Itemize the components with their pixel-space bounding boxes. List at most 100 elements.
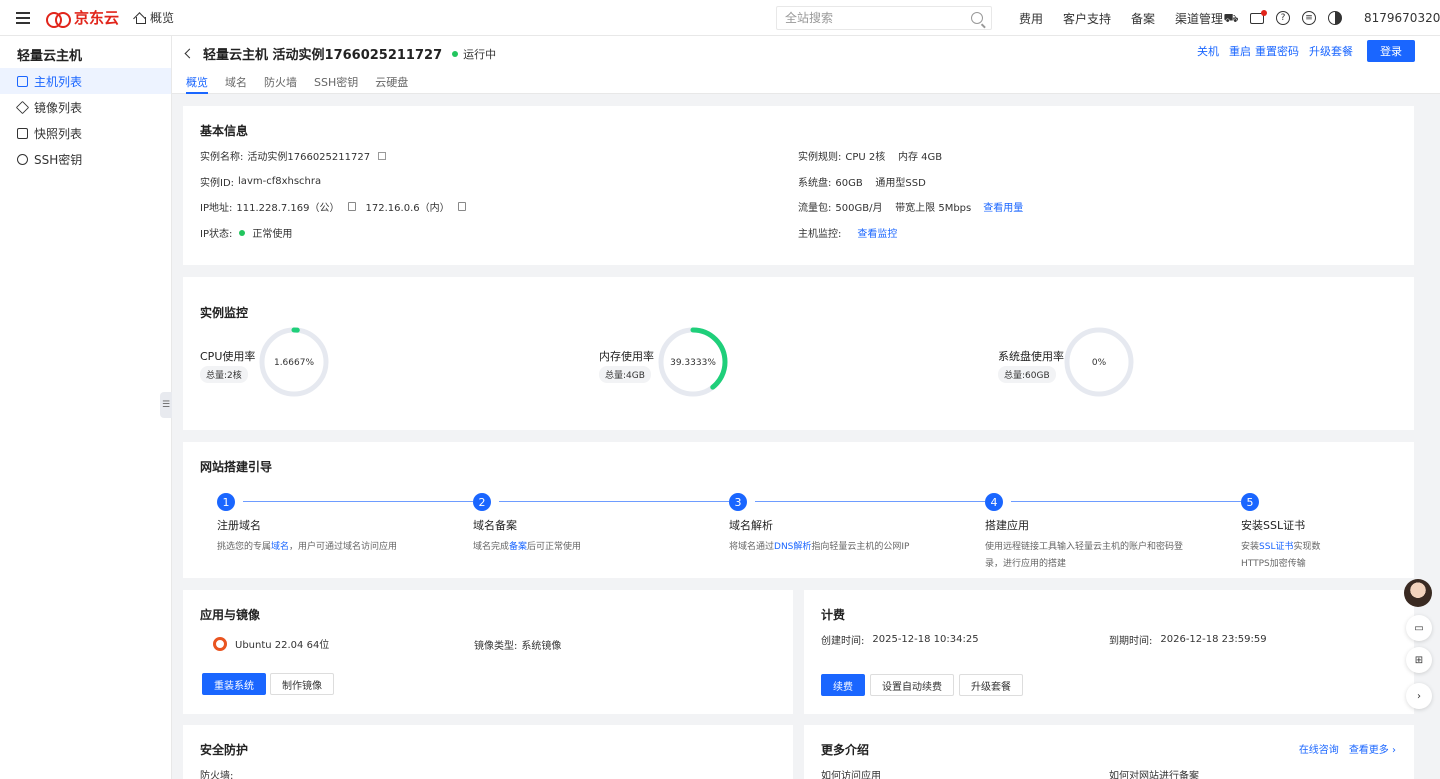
online-consult-link[interactable]: 在线咨询 (1299, 741, 1339, 756)
ssl-link[interactable]: SSL证书 (1259, 542, 1293, 552)
more-item[interactable]: 如何对网站进行备案 (1109, 767, 1199, 779)
cpu-gauge-text: 1.6667% (274, 358, 314, 368)
tab-cloud-disk[interactable]: 云硬盘 (375, 74, 408, 94)
copy-icon[interactable] (347, 202, 356, 211)
top-link-icp[interactable]: 备案 (1131, 10, 1155, 27)
upgrade-plan-button[interactable]: 升级套餐 (959, 674, 1023, 696)
snapshot-icon (17, 127, 28, 139)
tabs: 概览 域名 防火墙 SSH密钥 云硬盘 (186, 74, 408, 94)
sidebar-collapse-handle[interactable]: ☰ (160, 392, 172, 418)
top-link-billing[interactable]: 费用 (1019, 10, 1043, 27)
assistant-avatar[interactable] (1404, 579, 1432, 607)
cart-icon[interactable]: ⛟ (1223, 11, 1238, 25)
billing-card: 计费 创建时间: 2025-12-18 10:34:25 到期时间: 2026-… (804, 590, 1414, 714)
search-input[interactable] (785, 11, 971, 25)
step-number: 4 (985, 493, 1003, 511)
search-icon[interactable] (971, 12, 983, 24)
shutdown-link[interactable]: 关机 (1197, 43, 1219, 59)
ip-private-value: 172.16.0.6（内） (365, 203, 450, 214)
auto-renew-button[interactable]: 设置自动续费 (870, 674, 954, 696)
view-usage-link[interactable]: 查看用量 (983, 199, 1023, 214)
global-icon[interactable]: ≡ (1302, 11, 1316, 25)
top-link-support[interactable]: 客户支持 (1063, 10, 1111, 27)
menu-icon[interactable] (0, 0, 46, 36)
chevron-right-icon: › (1392, 745, 1396, 756)
monitor-title: 实例监控 (200, 306, 249, 320)
brand-mark-icon (46, 10, 71, 28)
sidebar-item-label: SSH密钥 (34, 152, 83, 167)
guide-step-app: 4 搭建应用 使用远程链接工具输入轻量云主机的账户和密码登录，进行应用的搭建 (985, 493, 1185, 573)
make-image-button[interactable]: 制作镜像 (270, 673, 334, 695)
tab-firewall[interactable]: 防火墙 (264, 74, 297, 94)
disk-gauge-total: 总量:60GB (998, 366, 1056, 383)
top-link-channel[interactable]: 渠道管理 (1175, 10, 1223, 27)
global-search (776, 6, 992, 30)
basic-info-title: 基本信息 (200, 124, 249, 138)
mail-icon[interactable] (1250, 9, 1267, 24)
theme-toggle-icon[interactable] (1328, 11, 1342, 25)
tab-ssh-keys[interactable]: SSH密钥 (314, 74, 358, 94)
more-info-card: 更多介绍 在线咨询 查看更多 › 如何访问应用 如何对网站进行备案 (804, 725, 1414, 779)
memory-gauge-label: 内存使用率 (599, 350, 654, 363)
account-id[interactable]: 8179670320 (1364, 11, 1440, 25)
view-more-link[interactable]: 查看更多 › (1349, 741, 1396, 756)
security-title: 安全防护 (200, 743, 249, 757)
apps-actions: 重装系统 制作镜像 (202, 673, 334, 695)
tab-overview[interactable]: 概览 (186, 74, 208, 94)
status-dot (452, 50, 459, 57)
copy-icon[interactable] (457, 202, 466, 211)
sidebar-item-label: 镜像列表 (34, 100, 83, 115)
back-icon[interactable] (184, 48, 195, 59)
ip-address-label: IP地址: (200, 203, 233, 214)
domain-link[interactable]: 域名 (271, 542, 289, 552)
dns-link[interactable]: DNS解析 (774, 542, 811, 552)
instance-id-value: lavm-cf8xhschra (238, 176, 322, 187)
chevron-right-icon[interactable]: › (1406, 683, 1432, 709)
sidebar-item-snapshots[interactable]: 快照列表 (0, 120, 171, 146)
upgrade-plan-link[interactable]: 升级套餐 (1309, 43, 1353, 59)
step-desc: 使用远程链接工具输入轻量云主机的账户和密码登录，进行应用的搭建 (985, 539, 1185, 573)
sidebar: 轻量云主机 主机列表 镜像列表 快照列表 SSH密钥 (0, 36, 172, 779)
sidebar-item-ssh-keys[interactable]: SSH密钥 (0, 146, 171, 172)
brand-logo[interactable]: 京东云 (46, 7, 128, 28)
help-icon[interactable]: ? (1276, 11, 1290, 25)
system-disk-value: 60GB 通用型SSD (835, 178, 926, 189)
reinstall-system-button[interactable]: 重装系统 (202, 673, 266, 695)
chat-icon[interactable]: ▭ (1406, 615, 1432, 641)
instance-name-label: 实例名称: (200, 152, 244, 163)
renew-button[interactable]: 续费 (821, 674, 865, 696)
step-desc: 挑选您的专属域名，用户可通过域名访问应用 (217, 539, 437, 556)
edit-icon[interactable] (378, 151, 387, 160)
step-desc-text: 使用远程链接工具输入轻量云主机的账户和密码登录，进行应用的搭建 (985, 542, 1184, 569)
step-desc: 域名完成备案后可正常使用 (473, 539, 693, 556)
view-monitor-link[interactable]: 查看监控 (857, 225, 897, 240)
ip-public-value: 111.228.7.169（公） (236, 203, 340, 214)
home-icon (134, 12, 146, 24)
instance-name-value: 活动实例1766025211727 (247, 152, 371, 163)
os-value: Ubuntu 22.04 64位 (235, 640, 330, 651)
book-icon[interactable]: ⊞ (1406, 647, 1432, 673)
monitor-row: 主机监控: 查看监控 (798, 225, 897, 240)
ip-status-dot (239, 229, 246, 236)
more-info-links: 在线咨询 查看更多 › (1299, 741, 1396, 756)
step-title: 注册域名 (217, 519, 261, 532)
billing-title: 计费 (821, 608, 846, 622)
sidebar-item-instances[interactable]: 主机列表 (0, 68, 171, 94)
ip-status-value: 正常使用 (252, 229, 293, 240)
ip-status-label: IP状态: (200, 229, 233, 240)
sidebar-item-images[interactable]: 镜像列表 (0, 94, 171, 120)
more-item[interactable]: 如何访问应用 (821, 767, 881, 779)
icp-link[interactable]: 备案 (509, 542, 527, 552)
cpu-gauge-label: CPU使用率 (200, 350, 256, 363)
step-title: 搭建应用 (985, 519, 1029, 532)
guide-step-dns: 3 域名解析 将域名通过DNS解析指向轻量云主机的公网IP (729, 493, 949, 556)
more-info-title: 更多介绍 (821, 743, 870, 757)
restart-link[interactable]: 重启 (1229, 43, 1251, 59)
login-button[interactable]: 登录 (1367, 40, 1415, 62)
reset-password-link[interactable]: 重置密码 (1255, 43, 1299, 59)
step-desc-text: 指向轻量云主机的公网IP (811, 542, 910, 552)
expire-time-value: 2026-12-18 23:59:59 (1160, 634, 1267, 645)
tab-domain[interactable]: 域名 (225, 74, 247, 94)
nav-overview[interactable]: 概览 (134, 9, 174, 26)
apps-image-card: 应用与镜像 Ubuntu 22.04 64位 镜像类型: 系统镜像 重装系统 制… (183, 590, 793, 714)
